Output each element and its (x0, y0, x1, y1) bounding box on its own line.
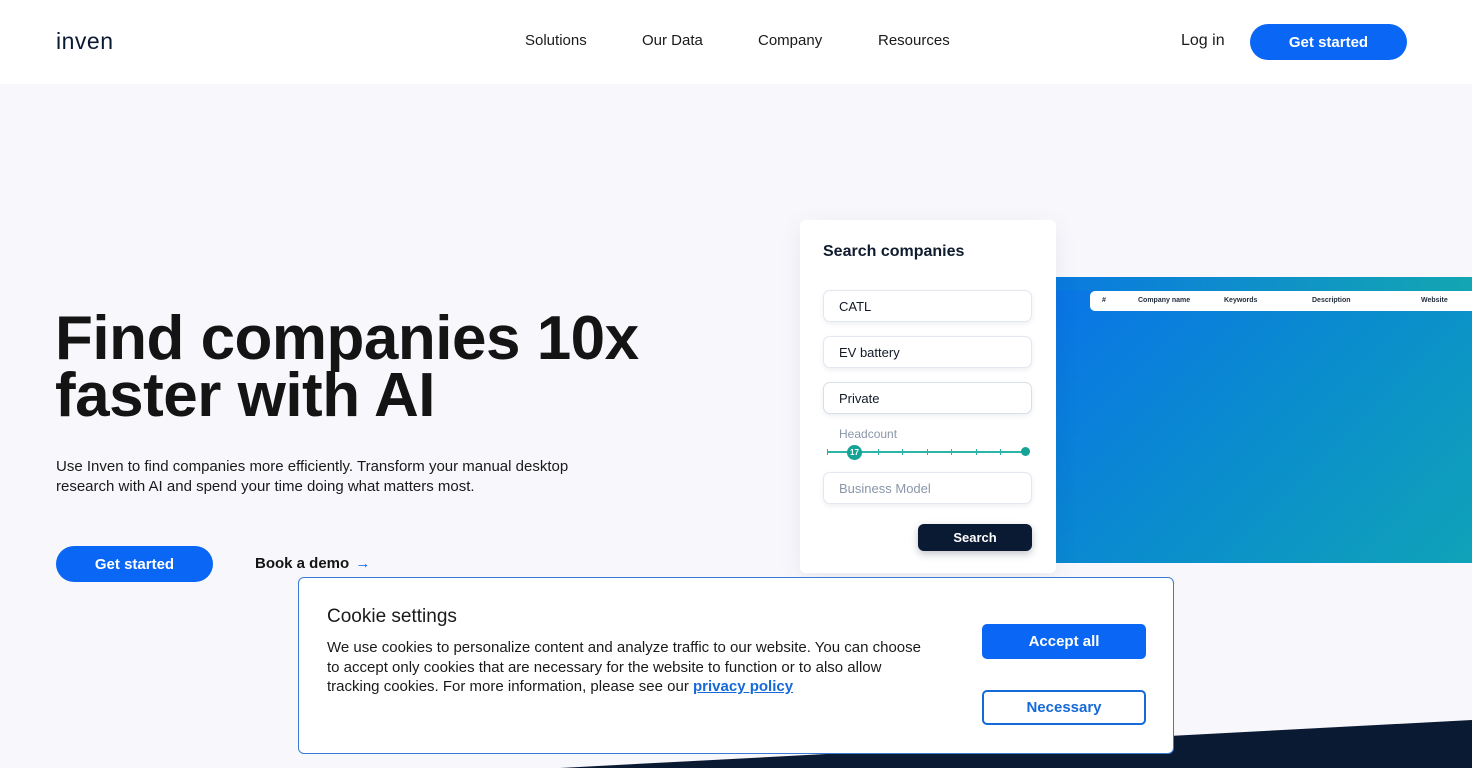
cookie-body: We use cookies to personalize content an… (327, 639, 921, 695)
book-demo-link[interactable]: Book a demo → (255, 555, 370, 572)
search-card-title: Search companies (823, 243, 965, 260)
headcount-slider[interactable]: 17 (827, 445, 1032, 460)
slider-tick (878, 449, 879, 455)
cookie-dialog: Cookie settings We use cookies to person… (298, 577, 1174, 754)
slider-tick (927, 449, 928, 455)
ownership-field[interactable]: Private (823, 382, 1032, 414)
company-name-field[interactable]: CATL (823, 290, 1032, 322)
slider-tick (827, 449, 828, 455)
hero-title-line-1: Find companies 10x (55, 304, 639, 373)
results-table-header: # Company name Keywords Description Webs… (1090, 291, 1472, 311)
column-header-keywords: Keywords (1224, 297, 1258, 304)
column-header-description: Description (1312, 297, 1351, 304)
slider-handle[interactable]: 17 (847, 445, 862, 460)
login-link[interactable]: Log in (1181, 32, 1225, 50)
hero-get-started-button[interactable]: Get started (56, 546, 213, 582)
hero-title-line-2: faster with AI (55, 361, 435, 430)
header-get-started-button[interactable]: Get started (1250, 24, 1407, 60)
business-model-field[interactable]: Business Model (823, 472, 1032, 504)
cookie-title: Cookie settings (327, 606, 457, 627)
hero-title: Find companies 10x faster with AI (55, 304, 639, 430)
slider-tick (1000, 449, 1001, 455)
accept-all-button[interactable]: Accept all (982, 624, 1146, 659)
book-demo-label: Book a demo (255, 555, 350, 572)
column-header-number: # (1102, 297, 1106, 304)
headcount-label: Headcount (839, 427, 898, 441)
cookie-text: We use cookies to personalize content an… (327, 638, 927, 697)
search-companies-card: Search companies CATL EV battery Private… (800, 220, 1056, 573)
slider-end-handle[interactable] (1021, 447, 1030, 456)
nav-our-data[interactable]: Our Data (642, 32, 703, 49)
slider-tick (976, 449, 977, 455)
column-header-company-name: Company name (1138, 297, 1191, 304)
privacy-policy-link[interactable]: privacy policy (693, 678, 793, 695)
keyword-field[interactable]: EV battery (823, 336, 1032, 368)
search-button[interactable]: Search (918, 524, 1032, 551)
necessary-button[interactable]: Necessary (982, 690, 1146, 725)
results-preview-panel: # Company name Keywords Description Webs… (1056, 277, 1472, 563)
nav-resources[interactable]: Resources (878, 32, 950, 49)
nav-solutions[interactable]: Solutions (525, 32, 587, 49)
column-header-website: Website (1421, 297, 1448, 304)
arrow-right-icon: → (355, 555, 371, 572)
hero-description: Use Inven to find companies more efficie… (56, 458, 569, 495)
logo[interactable]: inven (56, 28, 113, 55)
site-header: inven Solutions Our Data Company Resourc… (0, 0, 1472, 84)
nav-company[interactable]: Company (758, 32, 822, 49)
slider-tick (951, 449, 952, 455)
slider-tick (902, 449, 903, 455)
